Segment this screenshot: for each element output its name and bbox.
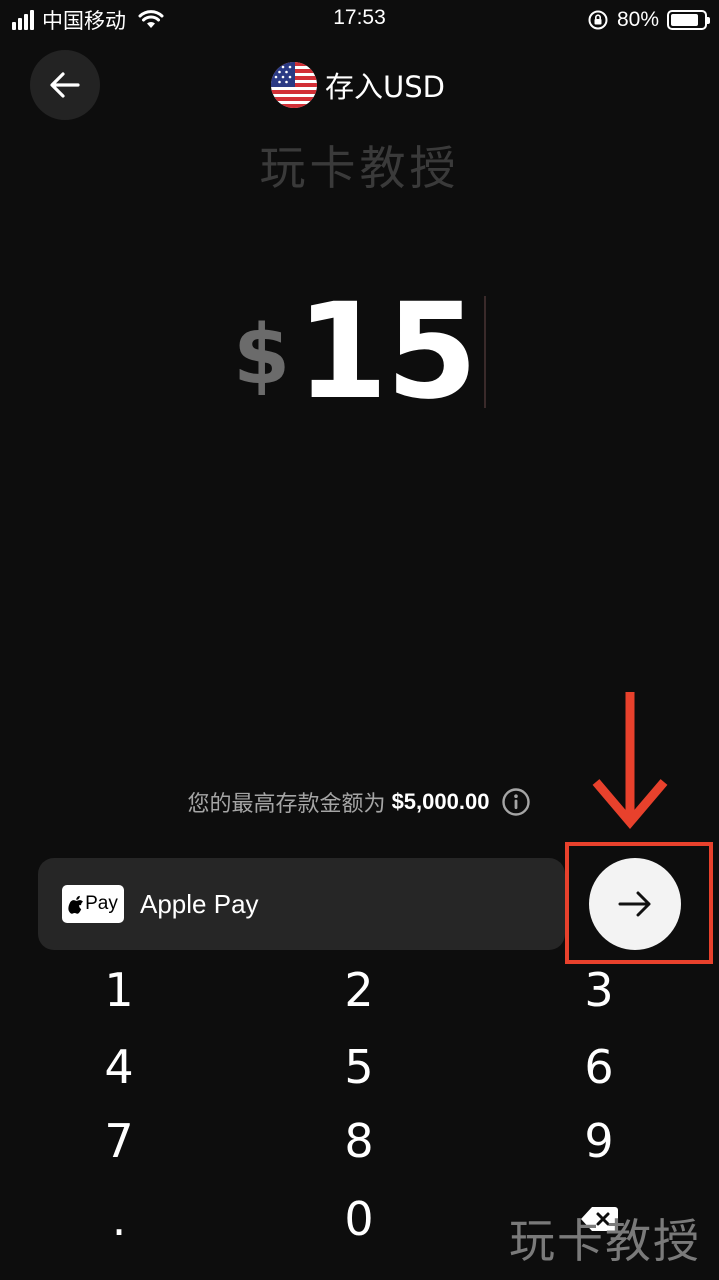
us-flag-icon — [271, 62, 317, 108]
amount-value: 15 — [296, 275, 478, 429]
currency-symbol: $ — [233, 307, 291, 403]
annotation-arrow-icon — [592, 692, 668, 829]
keypad-key-2[interactable]: 2 — [299, 955, 419, 1025]
keypad-key-8[interactable]: 8 — [299, 1106, 419, 1176]
apple-pay-badge: Pay — [62, 885, 124, 923]
deposit-limit-amount: $5,000.00 — [391, 789, 490, 814]
page-title-label: 存入USD — [325, 70, 445, 104]
status-right: 80% — [587, 6, 710, 34]
keypad-key-4[interactable]: 4 — [59, 1032, 179, 1102]
arrow-left-icon — [50, 72, 80, 98]
payment-method-label: Apple Pay — [140, 888, 259, 919]
keypad-key-3[interactable]: 3 — [539, 955, 659, 1025]
keypad-key-5[interactable]: 5 — [299, 1032, 419, 1102]
battery-percent: 80% — [616, 8, 659, 31]
arrow-right-icon — [618, 891, 651, 917]
amount-display[interactable]: $ 15 — [0, 275, 719, 429]
keypad-key-0[interactable]: 0 — [299, 1184, 419, 1254]
keypad-key-7[interactable]: 7 — [59, 1106, 179, 1176]
keypad-key-9[interactable]: 9 — [539, 1106, 659, 1176]
keypad-key-1[interactable]: 1 — [59, 955, 179, 1025]
keypad-key-decimal[interactable]: . — [59, 1184, 179, 1254]
continue-button[interactable] — [589, 858, 681, 950]
info-icon[interactable] — [501, 787, 531, 817]
back-button[interactable] — [30, 50, 100, 120]
page-title: 存入USD — [271, 60, 445, 110]
text-cursor — [483, 296, 486, 408]
watermark-top: 玩卡教授 — [259, 141, 460, 195]
deposit-limit-text: 您的最高存款金额为 — [187, 792, 386, 817]
orientation-lock-icon — [588, 10, 608, 30]
status-bar: 中国移动 17:53 80% — [0, 0, 719, 40]
payment-method-selector[interactable]: Pay Apple Pay — [38, 858, 565, 950]
apple-logo-icon — [68, 895, 84, 914]
watermark-bottom: 玩卡教授 — [509, 1214, 701, 1268]
battery-icon — [667, 10, 710, 30]
keypad-key-6[interactable]: 6 — [539, 1032, 659, 1102]
apple-pay-badge-text: Pay — [85, 893, 118, 914]
